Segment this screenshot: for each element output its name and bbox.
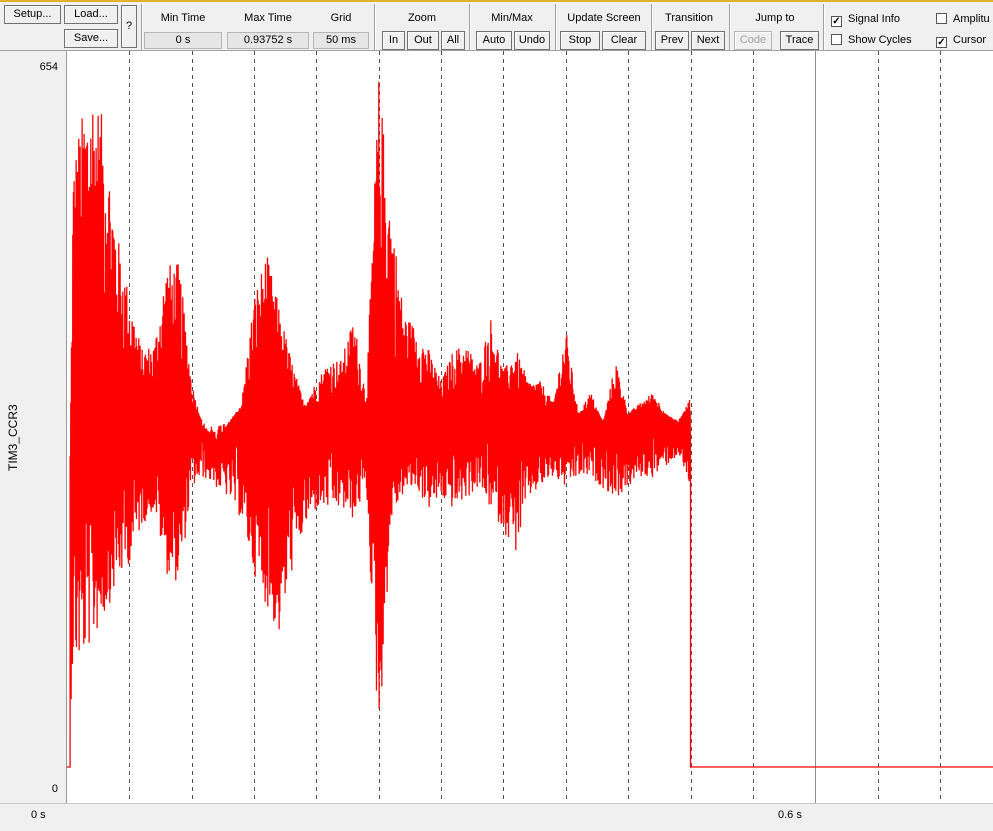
signal-info-checkbox[interactable]: ✓ Signal Info [831, 13, 900, 27]
checkbox-box [831, 34, 842, 45]
grid-value: 50 ms [313, 32, 369, 49]
time-start-label: 0 s [31, 809, 46, 821]
separator [729, 4, 730, 50]
checkbox-box: ✓ [936, 37, 947, 48]
zoom-out-button[interactable]: Out [407, 31, 439, 50]
trace-button[interactable]: Trace [780, 31, 819, 50]
jump-to-label: Jump to [755, 12, 795, 24]
show-cycles-checkbox[interactable]: Show Cycles [831, 34, 912, 46]
grid-label: Grid [330, 12, 352, 24]
max-time-label: Max Time [244, 12, 292, 24]
save-button[interactable]: Save... [64, 29, 118, 48]
load-button[interactable]: Load... [64, 5, 118, 24]
transition-label: Transition [665, 12, 713, 24]
separator [374, 4, 375, 50]
time-axis-bar[interactable]: 0 s 0.6 s [0, 803, 993, 831]
amplitude-label: Amplitu [953, 13, 990, 25]
max-time-value: 0.93752 s [227, 32, 309, 49]
time-mark-label: 0.6 s [778, 809, 802, 821]
separator [141, 4, 142, 50]
minmax-undo-button[interactable]: Undo [514, 31, 550, 50]
checkbox-box [936, 13, 947, 24]
clear-button[interactable]: Clear [602, 31, 646, 50]
signal-info-label: Signal Info [848, 13, 900, 25]
prev-button[interactable]: Prev [655, 31, 689, 50]
y-min-label: 0 [51, 783, 58, 795]
update-screen-label: Update Screen [567, 12, 641, 24]
waveform-plot[interactable] [67, 51, 993, 803]
waveform-svg [67, 51, 993, 803]
checkbox-box: ✓ [831, 16, 842, 27]
minmax-label: Min/Max [491, 12, 533, 24]
signal-panel[interactable]: 654 TIM3_CCR3 0 [0, 51, 67, 803]
minmax-auto-button[interactable]: Auto [476, 31, 512, 50]
zoom-in-button[interactable]: In [382, 31, 405, 50]
y-max-label: 654 [39, 61, 58, 73]
cursor-label: Cursor [953, 34, 987, 46]
separator [823, 4, 824, 50]
zoom-label: Zoom [407, 12, 437, 24]
help-button[interactable]: ? [121, 5, 137, 48]
code-button[interactable]: Code [734, 31, 772, 50]
separator [469, 4, 470, 50]
cursor-checkbox[interactable]: ✓ Cursor [936, 34, 986, 48]
show-cycles-label: Show Cycles [848, 34, 912, 46]
min-time-value: 0 s [144, 32, 222, 49]
toolbar: Setup... Load... Save... ? Min Time 0 s … [0, 0, 993, 51]
min-time-label: Min Time [160, 12, 206, 24]
signal-trace [67, 81, 993, 768]
amplitude-checkbox[interactable]: Amplitu [936, 13, 990, 25]
signal-name: TIM3_CCR3 [6, 404, 20, 471]
separator [555, 4, 556, 50]
stop-button[interactable]: Stop [560, 31, 600, 50]
zoom-all-button[interactable]: All [441, 31, 465, 50]
setup-button[interactable]: Setup... [4, 5, 61, 24]
next-button[interactable]: Next [691, 31, 725, 50]
separator [651, 4, 652, 50]
